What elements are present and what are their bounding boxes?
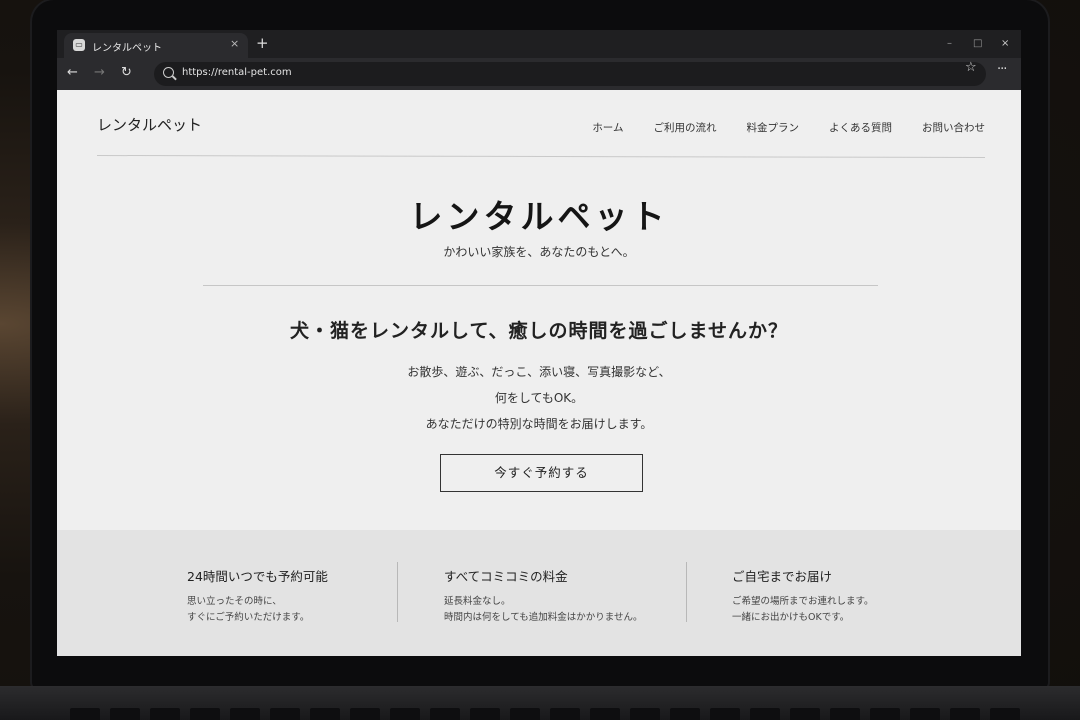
hero-title: レンタルペット xyxy=(409,197,669,236)
keyboard-key xyxy=(990,708,1020,720)
keyboard-key xyxy=(550,708,580,720)
forward-icon[interactable]: → xyxy=(94,64,105,82)
feature-divider xyxy=(397,562,398,622)
tab-title: レンタルペット xyxy=(92,43,162,54)
feature-text: 時間内は何をしても追加料金はかかりません。 xyxy=(444,612,643,623)
features-section: 24時間いつでも予約可能 思い立ったその時に、 すぐにご予約いただけます。 すべ… xyxy=(57,530,1021,656)
hero-body: お散歩、遊ぶ、だっこ、添い寝、写真撮影など、 何をしてもOK。 あなただけの特別… xyxy=(57,359,1021,437)
keyboard-key xyxy=(470,708,500,720)
keyboard-key xyxy=(70,708,100,720)
nav-home[interactable]: ホーム xyxy=(592,120,623,135)
minimize-icon[interactable]: – xyxy=(947,38,952,49)
keyboard-key xyxy=(830,708,860,720)
reload-icon[interactable]: ↻ xyxy=(121,64,132,82)
keyboard-key xyxy=(350,708,380,720)
hero-body-line: 何をしてもOK。 xyxy=(494,391,584,405)
feature-divider xyxy=(686,562,687,622)
keyboard-key xyxy=(270,708,300,720)
keyboard-key xyxy=(950,708,980,720)
feature-text: ご希望の場所までお連れします。 xyxy=(732,596,874,607)
feature-text: 一緒にお出かけもOKです。 xyxy=(732,612,850,623)
keyboard-key xyxy=(910,708,940,720)
window-close-icon[interactable]: × xyxy=(1001,38,1009,49)
new-tab-button[interactable]: + xyxy=(256,34,269,52)
feature-text: すぐにご予約いただけます。 xyxy=(187,612,310,623)
nav-pricing[interactable]: 料金プラン xyxy=(747,120,800,135)
hero-divider xyxy=(203,285,878,286)
keyboard-key xyxy=(390,708,420,720)
feature-text: 延長料金なし。 xyxy=(444,596,511,607)
feature-item: すべてコミコミの料金 延長料金なし。 時間内は何をしても追加料金はかかりません。 xyxy=(444,566,642,626)
keyboard-key xyxy=(710,708,740,720)
keyboard-key xyxy=(630,708,660,720)
tab-close-icon[interactable]: × xyxy=(230,37,239,50)
keyboard-key xyxy=(190,708,220,720)
browser-toolbar: ← → ↻ https://rental-pet.com ☆ ··· xyxy=(57,58,1021,90)
nav-contact[interactable]: お問い合わせ xyxy=(922,120,985,135)
feature-title: 24時間いつでも予約可能 xyxy=(187,569,328,584)
feature-text: 思い立ったその時に、 xyxy=(187,596,282,607)
keyboard-key xyxy=(590,708,620,720)
browser-tab-bar: ▭ レンタルペット × + – □ × xyxy=(57,30,1021,58)
keyboard-key xyxy=(110,708,140,720)
main-nav: ホーム ご利用の流れ 料金プラン よくある質問 お問い合わせ xyxy=(592,120,985,135)
keyboard-key xyxy=(790,708,820,720)
back-icon[interactable]: ← xyxy=(67,64,78,82)
feature-item: 24時間いつでも予約可能 思い立ったその時に、 すぐにご予約いただけます。 xyxy=(187,566,328,626)
feature-title: すべてコミコミの料金 xyxy=(444,569,568,584)
feature-title: ご自宅までお届け xyxy=(732,569,833,584)
keyboard-key xyxy=(150,708,180,720)
nav-faq[interactable]: よくある質問 xyxy=(829,120,892,135)
favicon-icon: ▭ xyxy=(73,39,85,51)
keyboard-key xyxy=(230,708,260,720)
keyboard-key xyxy=(750,708,780,720)
hero-body-line: お散歩、遊ぶ、だっこ、添い寝、写真撮影など、 xyxy=(407,365,671,379)
maximize-icon[interactable]: □ xyxy=(973,38,982,49)
feature-item: ご自宅までお届け ご希望の場所までお連れします。 一緒にお出かけもOKです。 xyxy=(732,566,874,626)
keyboard-key xyxy=(870,708,900,720)
hero-subtitle: かわいい家族を、あなたのもとへ。 xyxy=(443,245,635,259)
keyboard-key xyxy=(310,708,340,720)
keyboard-key xyxy=(670,708,700,720)
url-text[interactable]: https://rental-pet.com xyxy=(182,67,292,78)
nav-flow[interactable]: ご利用の流れ xyxy=(654,120,717,135)
web-page: レンタルペット ホーム ご利用の流れ 料金プラン よくある質問 お問い合わせ レ… xyxy=(57,90,1021,656)
reserve-now-button[interactable]: 今すぐ予約する xyxy=(440,454,643,492)
search-icon xyxy=(163,67,174,78)
hero-headline: 犬・猫をレンタルして、癒しの時間を過ごしませんか？ xyxy=(290,320,788,342)
hero-body-line: あなただけの特別な時間をお届けします。 xyxy=(425,417,653,431)
browser-menu-icon[interactable]: ··· xyxy=(997,62,1007,77)
bookmark-star-icon[interactable]: ☆ xyxy=(965,60,977,75)
address-bar[interactable]: https://rental-pet.com xyxy=(154,62,986,86)
laptop-screen: ▭ レンタルペット × + – □ × ← → ↻ https://rental… xyxy=(57,30,1021,656)
site-logo[interactable]: レンタルペット xyxy=(97,114,202,135)
keyboard-key xyxy=(430,708,460,720)
header-divider xyxy=(97,154,986,159)
browser-tab[interactable]: ▭ レンタルペット × xyxy=(64,33,248,58)
keyboard-key xyxy=(510,708,540,720)
